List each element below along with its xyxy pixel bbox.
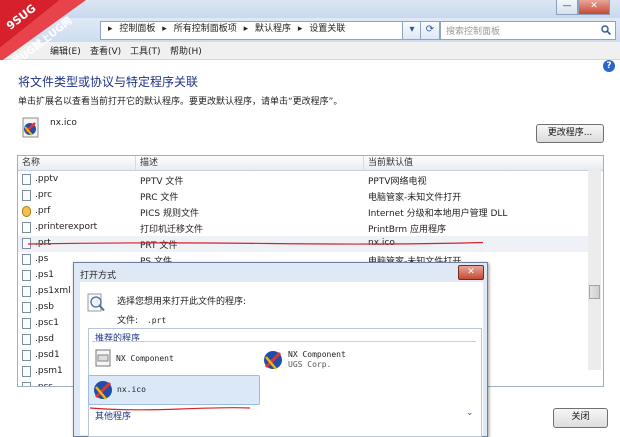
file-icon	[22, 302, 31, 313]
chevron-down-icon: ▾	[409, 24, 415, 35]
breadcrumb-item-control-panel[interactable]: 控制面板	[119, 24, 155, 34]
refresh-icon: ⟳	[425, 24, 435, 35]
group-separator	[92, 341, 476, 342]
cell-name: .psm1	[35, 366, 63, 376]
cell-name: .ps	[35, 254, 49, 264]
breadcrumb-arrow-icon: ▸	[162, 24, 167, 34]
file-icon	[22, 270, 31, 281]
dialog-file: 文件: .prt	[117, 313, 166, 326]
dialog-title: 打开方式	[80, 271, 117, 281]
nx-program-icon	[22, 117, 39, 138]
program-name: NX Component	[288, 350, 346, 359]
program-item-nx-component-ugs[interactable]: NX Component UGS Corp.	[260, 346, 460, 374]
title-bar	[0, 0, 620, 18]
change-program-button[interactable]: 更改程序...	[536, 124, 604, 143]
cell-name: .ps1	[35, 270, 54, 280]
list-header: 名称 描述 当前默认值	[18, 156, 603, 171]
cell-name: .ps1xml	[35, 286, 71, 296]
page-instructions: 单击扩展名以查看当前打开它的默认程序。要更改默认程序，请单击“更改程序”。	[18, 97, 343, 107]
table-row[interactable]: .prf PICS 规则文件 Internet 分级和本地用户管理 DLL	[18, 204, 588, 220]
annotation-underline	[28, 241, 483, 245]
cell-default: Internet 分级和本地用户管理 DLL	[368, 209, 508, 219]
list-scrollbar[interactable]	[588, 170, 601, 370]
file-icon	[22, 190, 31, 201]
cell-name: .pptv	[35, 174, 59, 184]
key-file-icon	[22, 206, 31, 217]
file-icon	[22, 254, 31, 265]
file-icon	[22, 222, 31, 233]
recommended-programs-label: 推荐的程序	[95, 334, 141, 344]
cell-name: .pss	[35, 382, 53, 387]
menu-view[interactable]: 查看(V)	[90, 44, 121, 57]
file-icon	[22, 318, 31, 329]
cell-name: .prc	[35, 190, 53, 200]
cell-description: PICS 规则文件	[140, 209, 199, 219]
address-dropdown-button[interactable]: ▾	[402, 21, 422, 40]
table-row[interactable]: .prc PRC 文件 电脑管家-未知文件打开	[18, 188, 588, 204]
file-icon	[22, 174, 31, 185]
program-item-nx-ico[interactable]: nx.ico	[88, 375, 260, 405]
nx-program-icon	[264, 351, 282, 370]
nx-component-icon	[95, 349, 111, 367]
breadcrumb-arrow-icon: ▸	[108, 24, 113, 34]
cell-name: .printerexport	[35, 222, 98, 232]
table-row[interactable]: .pptv PPTV 文件 PPTV网络电视	[18, 172, 588, 188]
nx-program-icon	[94, 381, 112, 400]
cell-description: PPTV 文件	[140, 177, 184, 187]
close-window-button[interactable]: ✕	[578, 0, 610, 15]
close-button[interactable]: 关闭	[553, 408, 608, 428]
cell-name: .psc1	[35, 318, 59, 328]
program-name: NX Component	[116, 354, 174, 363]
file-icon	[22, 350, 31, 361]
dialog-file-label: 文件:	[117, 316, 139, 326]
menu-help[interactable]: 帮助(H)	[170, 44, 202, 57]
cell-description: 打印机迁移文件	[140, 225, 204, 235]
breadcrumb-item-set-associations[interactable]: 设置关联	[309, 24, 345, 34]
menu-tools[interactable]: 工具(T)	[130, 44, 161, 57]
help-icon[interactable]: ?	[603, 60, 615, 72]
file-icon	[22, 382, 31, 386]
breadcrumb-arrow-icon: ▸	[243, 24, 249, 34]
cell-name: .psd1	[35, 350, 60, 360]
cell-default: PrintBrm 应用程序	[368, 225, 447, 235]
search-placeholder: 搜索控制面板	[446, 27, 501, 37]
cell-name: .prf	[35, 206, 51, 216]
cell-default: PPTV网络电视	[368, 177, 427, 187]
file-icon	[22, 286, 31, 297]
breadcrumb-arrow-icon: ▸	[297, 24, 303, 34]
dialog-close-button[interactable]: ✕	[458, 265, 484, 280]
magnifier-icon	[87, 293, 105, 312]
watermark-logo: 9SUG 学UG就上UG网	[0, 0, 86, 60]
file-icon	[22, 366, 31, 377]
program-item-nx-component[interactable]: NX Component	[92, 347, 252, 371]
chevron-down-icon[interactable]: ⌄	[466, 408, 474, 418]
search-icon	[601, 25, 611, 35]
refresh-button[interactable]: ⟳	[420, 21, 440, 40]
dialog-file-value: .prt	[146, 316, 167, 325]
breadcrumb-item-default-programs[interactable]: 默认程序	[255, 24, 291, 34]
current-file-name: nx.ico	[50, 118, 77, 128]
column-header-default[interactable]: 当前默认值	[364, 156, 588, 170]
cell-name: .psb	[35, 302, 54, 312]
breadcrumb-item-all-items[interactable]: 所有控制面板项	[174, 24, 237, 34]
minimize-button[interactable]: —	[556, 0, 578, 15]
breadcrumb: ▸ 控制面板 ▸ 所有控制面板项 ▸ 默认程序 ▸ 设置关联	[108, 22, 349, 37]
column-header-name[interactable]: 名称	[18, 156, 136, 170]
list-scrollbar-thumb[interactable]	[589, 285, 600, 299]
file-icon	[22, 334, 31, 345]
page-title: 将文件类型或协议与特定程序关联	[18, 75, 199, 89]
cell-description: PRC 文件	[140, 193, 179, 203]
cell-default: 电脑管家-未知文件打开	[368, 193, 462, 203]
column-header-description[interactable]: 描述	[136, 156, 364, 170]
program-name: nx.ico	[117, 385, 146, 394]
dialog-question: 选择您想用来打开此文件的程序:	[117, 297, 247, 307]
cell-name: .psd	[35, 334, 54, 344]
table-row[interactable]: .printerexport 打印机迁移文件 PrintBrm 应用程序	[18, 220, 588, 236]
search-input[interactable]: 搜索控制面板	[440, 21, 616, 40]
program-publisher: UGS Corp.	[288, 360, 332, 369]
other-programs-label[interactable]: 其他程序	[95, 409, 131, 422]
